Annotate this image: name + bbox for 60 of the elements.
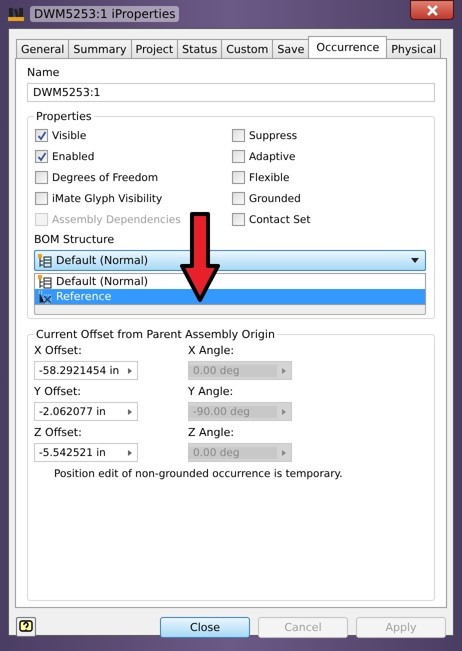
angle-label: Z Angle: <box>188 425 236 440</box>
checkbox[interactable] <box>232 150 245 163</box>
checkbox-label: Flexible <box>249 172 290 184</box>
note-text: Position edit of non-grounded occurrence is temporary. <box>53 468 344 480</box>
offset-field[interactable]: -58.2921454 in <box>34 361 138 380</box>
checkbox[interactable] <box>232 192 245 205</box>
checkbox[interactable] <box>232 213 245 226</box>
tab[interactable]: General <box>16 39 70 58</box>
tab[interactable]: Status <box>177 39 222 58</box>
checkbox-label: Contact Set <box>249 214 310 226</box>
structure-icon <box>38 274 52 288</box>
checkbox-label: Grounded <box>249 192 301 204</box>
name-label: Name <box>27 65 60 80</box>
tab[interactable]: Physical <box>386 39 442 58</box>
structure-icon <box>38 254 52 268</box>
dialog-button[interactable]: Close <box>160 616 250 638</box>
bom-structure-dropdown[interactable]: Default (Normal) <box>34 250 426 271</box>
checkbox[interactable] <box>35 150 48 163</box>
angle-label: Y Angle: <box>188 384 234 399</box>
arrow-icon <box>128 450 132 456</box>
checkbox-label: Assembly Dependencies <box>52 214 181 226</box>
arrow-icon <box>282 368 286 374</box>
app-logo-icon <box>8 7 24 21</box>
tab[interactable]: Custom <box>221 39 274 58</box>
angle-label: X Angle: <box>188 343 236 358</box>
tab[interactable]: Project <box>130 39 178 58</box>
tab[interactable]: Occurrence <box>308 36 388 58</box>
checkbox[interactable] <box>35 129 48 142</box>
offset-field[interactable]: -5.542521 in <box>34 443 138 462</box>
checkbox-label: Degrees of Freedom <box>52 172 158 184</box>
checkbox-label: iMate Glyph Visibility <box>52 192 162 204</box>
checkbox[interactable] <box>232 171 245 184</box>
checkbox-label: Adaptive <box>249 150 296 162</box>
group-title: Current Offset from Parent Assembly Origin <box>35 328 276 341</box>
tab[interactable]: Summary <box>68 39 132 58</box>
arrow-icon <box>128 408 132 414</box>
checkbox-label: Enabled <box>52 150 94 162</box>
checkbox[interactable] <box>35 171 48 184</box>
arrow-icon <box>282 408 286 414</box>
checkbox-label: Visible <box>52 130 86 142</box>
name-field[interactable]: DWM5253:1 <box>27 83 435 102</box>
tab[interactable]: Save <box>272 39 310 58</box>
help-button[interactable] <box>16 617 36 637</box>
checkbox-label: Suppress <box>249 130 298 142</box>
checkbox[interactable] <box>35 192 48 205</box>
offset-field[interactable]: -2.062077 in <box>34 402 138 421</box>
bom-structure-label: BOM Structure <box>34 232 116 247</box>
dropdown-value: Default (Normal) <box>56 254 148 267</box>
offset-label: X Offset: <box>34 343 83 358</box>
close-icon[interactable] <box>410 0 454 20</box>
structure-icon <box>38 290 52 304</box>
arrow-icon <box>282 450 286 456</box>
offset-label: Z Offset: <box>34 425 83 440</box>
window-title: DWM5253:1 iProperties <box>30 6 180 22</box>
dropdown-option[interactable]: Default (Normal) <box>35 274 425 289</box>
checkbox[interactable] <box>232 129 245 142</box>
offset-label: Y Offset: <box>34 384 82 399</box>
caret-icon <box>411 258 419 263</box>
arrow-icon <box>128 368 132 374</box>
group-title: Properties <box>35 110 93 123</box>
